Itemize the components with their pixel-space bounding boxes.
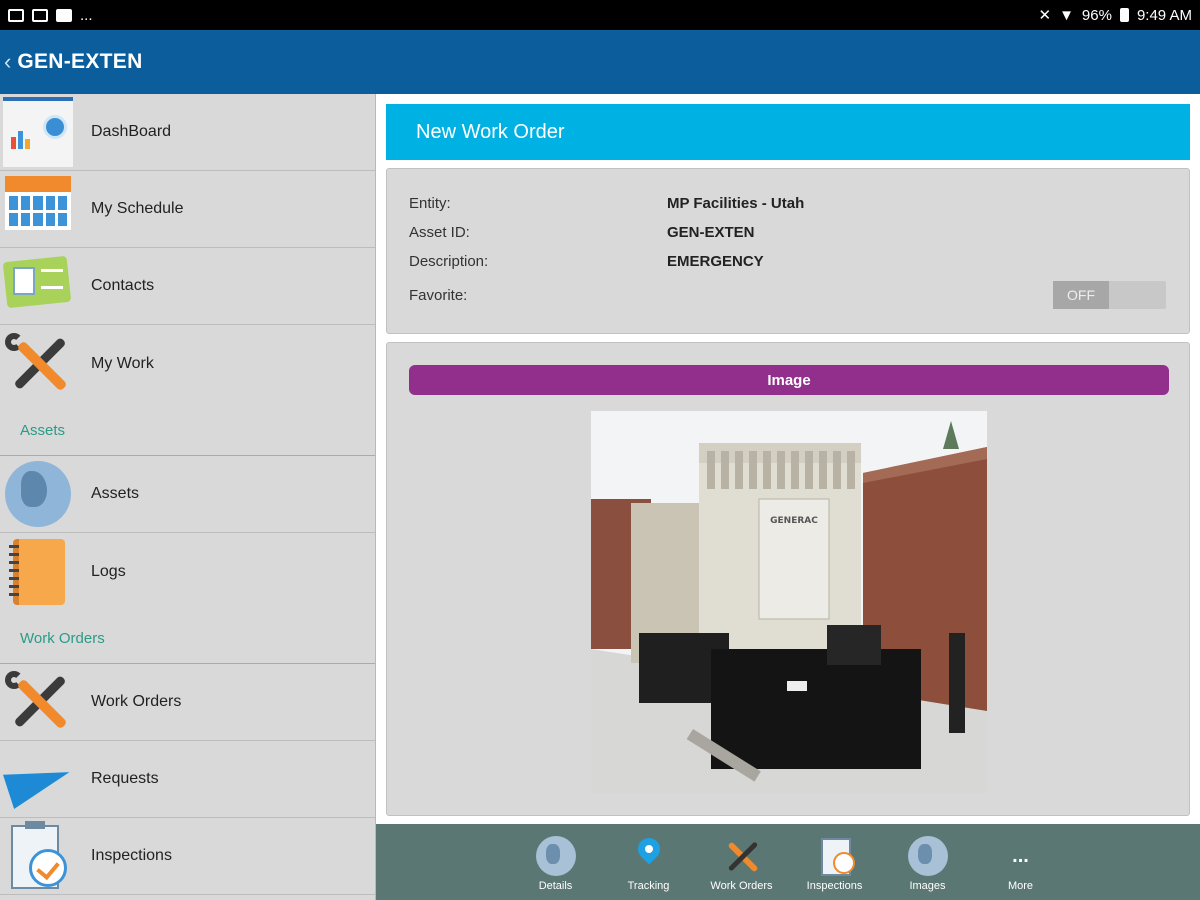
tools-icon [3,329,73,399]
description-label: Description: [409,253,489,270]
sidebar-item-dashboard[interactable]: DashBoard [0,94,375,171]
sidebar-item-requests[interactable]: Requests [0,741,375,818]
app-title: GEN-EXTEN [17,50,143,73]
entity-label: Entity: [409,195,451,212]
image-notification-icon [8,8,24,22]
sidebar-item-label: My Schedule [91,200,184,217]
location-pin-icon [629,836,669,876]
cast-notification-icon [32,8,48,22]
tools-icon [722,836,762,876]
tab-tracking[interactable]: Tracking [602,836,695,892]
favorite-label: Favorite: [409,287,468,304]
paper-plane-icon [3,744,75,814]
sidebar-item-label: Work Orders [91,693,182,710]
favorite-toggle[interactable]: OFF [1053,281,1166,309]
description-value: EMERGENCY [667,253,764,270]
sidebar-item-label: DashBoard [91,123,172,140]
sidebar-item-logs[interactable]: Logs [0,533,375,610]
asset-id-value: GEN-EXTEN [667,224,755,241]
calendar-icon [3,174,73,244]
section-header-assets: Assets [0,402,375,456]
tab-label: Tracking [627,880,670,892]
image-section-header[interactable]: Image [409,365,1169,395]
sidebar-item-inspections[interactable]: Inspections [0,818,375,895]
sidebar-item-label: Assets [91,485,140,502]
flipboard-notification-icon [56,8,72,22]
asset-photo[interactable]: GENERAC [591,411,987,793]
tools-icon [3,667,73,737]
globe-icon [535,836,576,876]
tab-details[interactable]: Details [509,836,602,892]
asset-id-label: Asset ID: [409,224,470,241]
sidebar-item-label: Requests [91,770,159,787]
image-panel: Image GENERAC [386,342,1190,816]
sidebar-item-assets[interactable]: Assets [0,456,375,533]
sidebar-item-label: Inspections [91,847,172,864]
notification-overflow: ... [80,6,93,24]
app-bar: ‹ GEN-EXTEN [0,30,1200,94]
battery-icon [1119,8,1129,22]
generator-photo-drawing: GENERAC [591,411,987,793]
clipboard-check-icon [815,836,855,876]
mute-icon: ✕ [1038,7,1052,24]
tab-more[interactable]: ... More [974,836,1067,892]
sidebar-nav: DashBoard My Schedule Contacts My Work A… [0,94,376,900]
sidebar-item-label: Logs [91,562,126,580]
work-order-panel: New Work Order Entity: MP Facilities - U… [376,94,1200,824]
wifi-icon: ▼ [1059,6,1074,24]
sidebar-item-work-orders[interactable]: Work Orders [0,664,375,741]
bottom-tab-bar: Details Tracking Work Orders Inspections… [376,824,1200,900]
tab-images[interactable]: Images [881,836,974,892]
contacts-card-icon [2,251,73,321]
sidebar-item-contacts[interactable]: Contacts [0,248,375,325]
sidebar-item-label: My Work [91,354,154,372]
logbook-icon [3,537,73,607]
section-header-work-orders: Work Orders [0,610,375,664]
tab-label: Work Orders [710,880,773,892]
more-dots-icon: ... [1012,845,1029,867]
clock: 9:49 AM [1136,6,1192,24]
favorite-toggle-state: OFF [1053,281,1109,309]
globe-icon [907,836,948,876]
page-title: New Work Order [386,104,1190,160]
tab-label: Images [909,880,946,892]
tab-label: More [1007,880,1034,892]
back-chevron-icon[interactable]: ‹ [4,49,11,75]
clipboard-check-icon [3,821,73,891]
tab-inspections[interactable]: Inspections [788,836,881,892]
battery-level: 96% [1081,6,1112,24]
sidebar-item-my-work[interactable]: My Work [0,325,375,402]
sidebar-item-my-schedule[interactable]: My Schedule [0,171,375,248]
status-bar: ... ✕ ▼ 96% 9:49 AM [0,0,1200,30]
tab-label: Details [538,880,573,892]
tab-work-orders[interactable]: Work Orders [695,836,788,892]
tab-label: Inspections [806,880,863,892]
dashboard-icon [3,97,73,167]
entity-value: MP Facilities - Utah [667,195,805,212]
globe-icon [3,459,73,529]
photo-brand-text: GENERAC [770,516,818,526]
asset-details-card: Entity: MP Facilities - Utah Asset ID: G… [386,168,1190,334]
sidebar-item-label: Contacts [91,277,155,294]
